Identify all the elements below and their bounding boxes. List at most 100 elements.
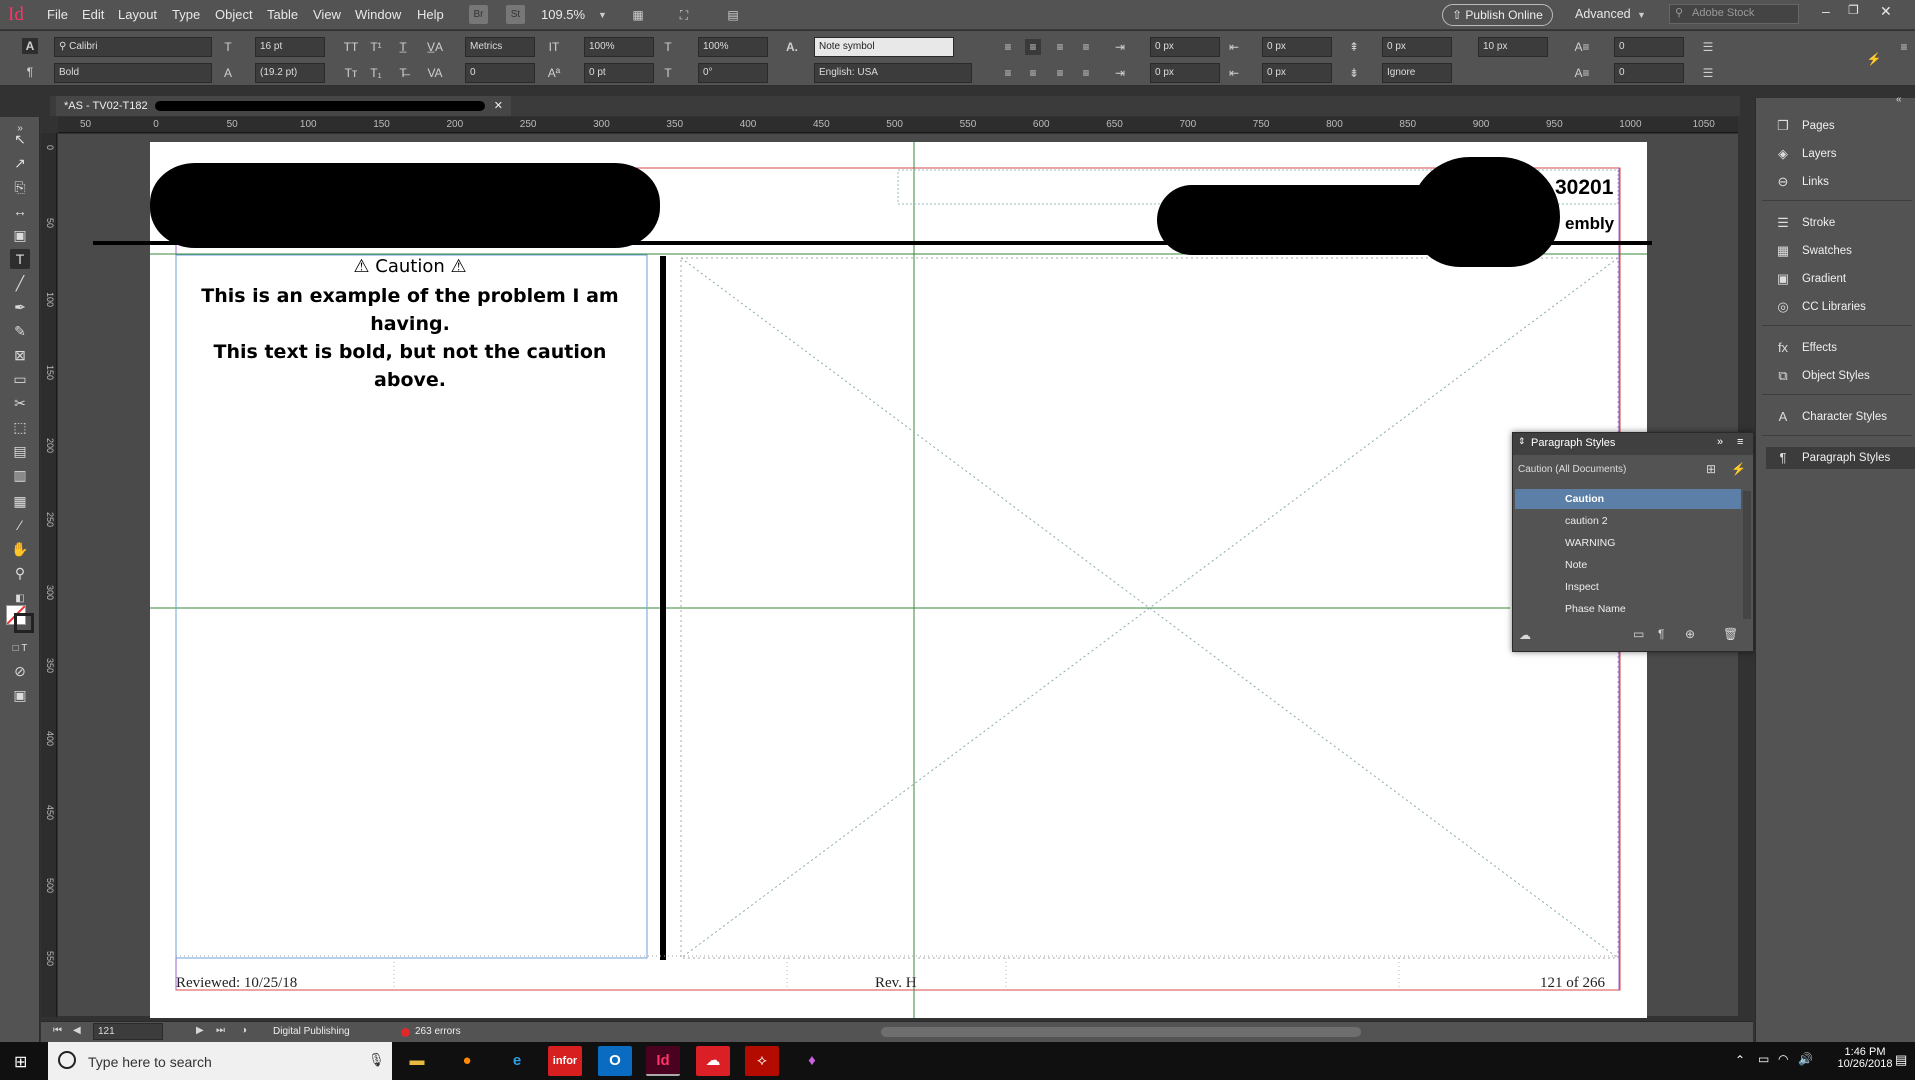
taskbar-search-placeholder: Type here to search (88, 1054, 212, 1070)
layers-icon: ◈ (1778, 146, 1788, 161)
panel-effects-label: Effects (1802, 342, 1837, 354)
body-paragraph[interactable]: This is an example of the problem I am h… (175, 282, 645, 394)
maps-icon[interactable]: ♦ (795, 1046, 829, 1076)
creative-cloud-icon[interactable]: ☁ (696, 1046, 730, 1076)
microphone-icon: 🎙 (368, 1052, 385, 1067)
panel-layers[interactable]: ◈ Layers (1766, 143, 1915, 165)
next-page-icon[interactable]: ▶ (196, 1025, 204, 1036)
style-row-note[interactable]: Note (1515, 555, 1741, 575)
dock-separator-1 (1762, 200, 1912, 201)
caution-heading[interactable]: ⚠ Caution ⚠ (175, 256, 645, 277)
new-group-icon[interactable]: ▭ (1633, 627, 1644, 641)
header-subtitle: embly (1565, 214, 1615, 233)
panel-links[interactable]: ⊖ Links (1766, 171, 1915, 193)
character-styles-icon: A (1778, 409, 1788, 424)
stroke-icon: ☰ (1777, 215, 1789, 230)
outlook-icon[interactable]: O (598, 1046, 632, 1076)
panel-cc-libraries[interactable]: ◎ CC Libraries (1766, 296, 1915, 318)
last-page-icon[interactable]: ⏭ (216, 1025, 225, 1036)
footer-page-count: 121 of 266 (1540, 975, 1605, 991)
acrobat-icon[interactable]: ⟡ (745, 1046, 779, 1076)
panel-object-styles[interactable]: ⧉ Object Styles (1766, 365, 1915, 387)
new-style-icon[interactable]: ⊕ (1685, 627, 1695, 641)
notifications-icon[interactable]: ▤ (1895, 1052, 1907, 1068)
firefox-icon[interactable]: ● (450, 1046, 484, 1076)
object-styles-icon: ⧉ (1778, 368, 1788, 383)
delete-style-icon[interactable]: 🗑 (1723, 627, 1738, 641)
panel-cc-libraries-label: CC Libraries (1802, 301, 1866, 313)
panel-pages[interactable]: ❐ Pages (1766, 115, 1915, 137)
panel-paragraph-styles[interactable]: ¶ Paragraph Styles (1766, 447, 1915, 469)
clock-time: 1:46 PM (1844, 1046, 1886, 1058)
paragraph-styles-panel-title: Paragraph Styles (1531, 437, 1616, 449)
panel-dock: « ❐ Pages ◈ Layers ⊖ Links ☰ Stroke ▦ Swatche… (1755, 94, 1915, 1042)
panel-links-label: Links (1802, 176, 1829, 188)
body-line-1: This is an example of the problem I am h… (201, 285, 619, 335)
panel-effects[interactable]: fx Effects (1766, 337, 1915, 359)
effects-icon: fx (1777, 340, 1789, 355)
panel-layers-label: Layers (1802, 148, 1837, 160)
preflight-profile[interactable]: Digital Publishing (273, 1026, 350, 1037)
panel-collapse-icon[interactable]: ⇕ (1518, 436, 1526, 447)
indesign-taskbar-icon[interactable]: Id (646, 1046, 680, 1076)
clock[interactable]: 1:46 PM 10/26/2018 (1835, 1046, 1895, 1070)
body-line-2: This text is bold, but not the caution a… (213, 341, 607, 391)
paragraph-styles-icon: ¶ (1779, 450, 1787, 465)
panel-character-styles-label: Character Styles (1802, 411, 1888, 423)
cc-libraries-icon: ◎ (1777, 299, 1789, 314)
style-row-inspect[interactable]: Inspect (1515, 577, 1741, 597)
dock-expand-icon[interactable]: « (1896, 94, 1902, 105)
panel-pages-label: Pages (1802, 120, 1835, 132)
style-row-phase-name[interactable]: Phase Name (1515, 599, 1741, 619)
clear-overrides-icon[interactable]: ¶ (1658, 627, 1664, 641)
tray-chevron-icon[interactable]: ⌃ (1735, 1053, 1745, 1067)
style-row-warning[interactable]: WARNING (1515, 533, 1741, 553)
create-style-group-icon[interactable]: ⊞ (1706, 462, 1716, 476)
status-bar: ⏮ ◀ 121 ▶ ⏭ ◑ Digital Publishing 263 err… (41, 1021, 1753, 1042)
dock-separator-2 (1762, 325, 1912, 326)
current-style-label: Caution (All Documents) (1518, 464, 1627, 475)
links-icon: ⊖ (1777, 174, 1789, 189)
volume-icon[interactable]: 🔊 (1798, 1052, 1813, 1066)
internet-explorer-icon[interactable]: e (500, 1046, 534, 1076)
taskbar-search-box[interactable]: Type here to search 🎙 (48, 1042, 392, 1080)
panel-swatches[interactable]: ▦ Swatches (1766, 240, 1915, 262)
style-row-caution-2[interactable]: caution 2 (1515, 511, 1741, 531)
dock-separator-4 (1762, 435, 1912, 436)
panel-stroke[interactable]: ☰ Stroke (1766, 212, 1915, 234)
pages-icon: ❐ (1777, 118, 1789, 133)
previous-page-icon[interactable]: ◀ (73, 1025, 81, 1036)
file-explorer-icon[interactable]: ▬ (400, 1046, 434, 1076)
preflight-errors[interactable]: 263 errors (415, 1026, 461, 1037)
page-number-field[interactable]: 121 (93, 1023, 163, 1040)
panel-object-styles-label: Object Styles (1802, 370, 1870, 382)
open-page-icon[interactable]: ◑ (241, 1025, 247, 1036)
panel-gradient[interactable]: ▣ Gradient (1766, 268, 1915, 290)
styles-scrollbar[interactable] (1743, 491, 1751, 619)
gradient-icon: ▣ (1776, 271, 1790, 286)
first-page-icon[interactable]: ⏮ (53, 1025, 62, 1036)
network-icon[interactable]: ▭ (1758, 1052, 1769, 1066)
footer-revision: Rev. H (875, 975, 917, 991)
panel-gradient-label: Gradient (1802, 273, 1847, 285)
paragraph-styles-panel: ⇕ Paragraph Styles » ≡ Caution (All Docu… (1512, 432, 1754, 652)
redacted-header-right-blob (1410, 157, 1560, 267)
panel-expand-icon[interactable]: » (1717, 436, 1723, 448)
panel-character-styles[interactable]: A Character Styles (1766, 406, 1915, 428)
quick-apply-style-icon[interactable]: ⚡ (1731, 462, 1746, 476)
header-number: 30201 (1555, 176, 1614, 199)
panel-menu-icon[interactable]: ≡ (1737, 436, 1743, 448)
swatches-icon: ▦ (1776, 243, 1790, 258)
preflight-error-dot (401, 1028, 410, 1037)
cloud-sync-icon[interactable]: ☁ (1519, 628, 1531, 642)
windows-taskbar: ⊞ Type here to search 🎙 ▬ ● e infor O Id… (0, 1042, 1915, 1080)
paragraph-styles-panel-header[interactable]: ⇕ Paragraph Styles » ≡ (1513, 433, 1753, 455)
style-row-caution[interactable]: Caution (1515, 489, 1741, 509)
wifi-icon[interactable]: ◠ (1778, 1052, 1788, 1066)
cortana-icon (58, 1051, 76, 1069)
windows-start-icon[interactable]: ⊞ (14, 1052, 27, 1072)
panel-paragraph-styles-label: Paragraph Styles (1802, 452, 1891, 464)
infor-icon[interactable]: infor (548, 1046, 582, 1076)
panel-stroke-label: Stroke (1802, 217, 1836, 229)
horizontal-scrollbar[interactable] (881, 1027, 1361, 1037)
